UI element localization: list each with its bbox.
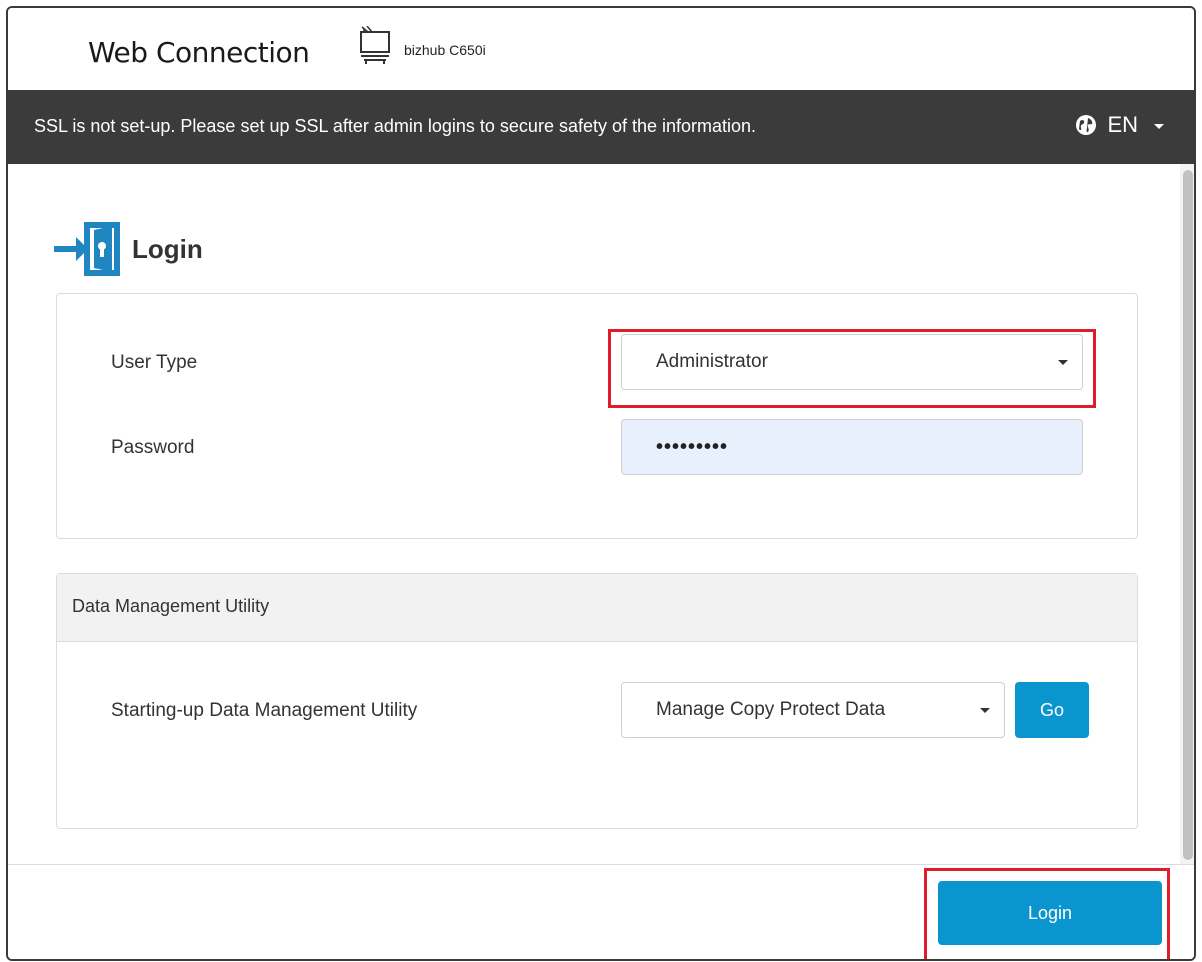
password-input[interactable]: ••••••••• — [621, 419, 1083, 475]
language-label: EN — [1107, 112, 1138, 137]
user-type-label: User Type — [111, 352, 198, 373]
password-label: Password — [111, 437, 195, 458]
top-header: Web Connection bizhub C650i — [8, 8, 1194, 90]
printer-icon — [360, 26, 390, 64]
login-panel: User Type Administrator Password •••••••… — [56, 293, 1138, 539]
dmu-label: Starting-up Data Management Utility — [111, 700, 418, 721]
dmu-select-value: Manage Copy Protect Data — [656, 699, 886, 720]
login-heading: Login — [54, 220, 203, 278]
dmu-select[interactable]: Manage Copy Protect Data — [621, 682, 1005, 738]
go-button[interactable]: Go — [1015, 682, 1089, 738]
chevron-down-icon — [980, 708, 990, 713]
login-button[interactable]: Login — [938, 881, 1162, 945]
data-management-panel: Data Management Utility Starting-up Data… — [56, 573, 1138, 829]
footer: Login — [8, 864, 1194, 959]
language-selector[interactable]: EN — [1075, 112, 1164, 138]
main-content: Login User Type Administrator Password •… — [8, 164, 1180, 864]
scrollbar-thumb[interactable] — [1183, 170, 1193, 860]
login-door-icon — [54, 222, 120, 276]
browser-window: Web Connection bizhub C650i SSL is not s… — [6, 6, 1196, 961]
user-type-select[interactable]: Administrator — [621, 334, 1083, 390]
user-type-value: Administrator — [656, 351, 768, 372]
chevron-down-icon — [1058, 360, 1068, 365]
panel-header: Data Management Utility — [57, 574, 1137, 642]
globe-icon — [1076, 115, 1097, 135]
ssl-warning-bar: SSL is not set-up. Please set up SSL aft… — [8, 90, 1194, 164]
ssl-warning-message: SSL is not set-up. Please set up SSL aft… — [34, 116, 757, 136]
chevron-down-icon — [1154, 123, 1164, 129]
device-model: bizhub C650i — [404, 42, 486, 58]
page-title: Login — [132, 233, 203, 264]
scrollbar[interactable] — [1180, 164, 1194, 864]
brand-logo: Web Connection — [88, 36, 310, 69]
password-value: ••••••••• — [656, 435, 729, 458]
